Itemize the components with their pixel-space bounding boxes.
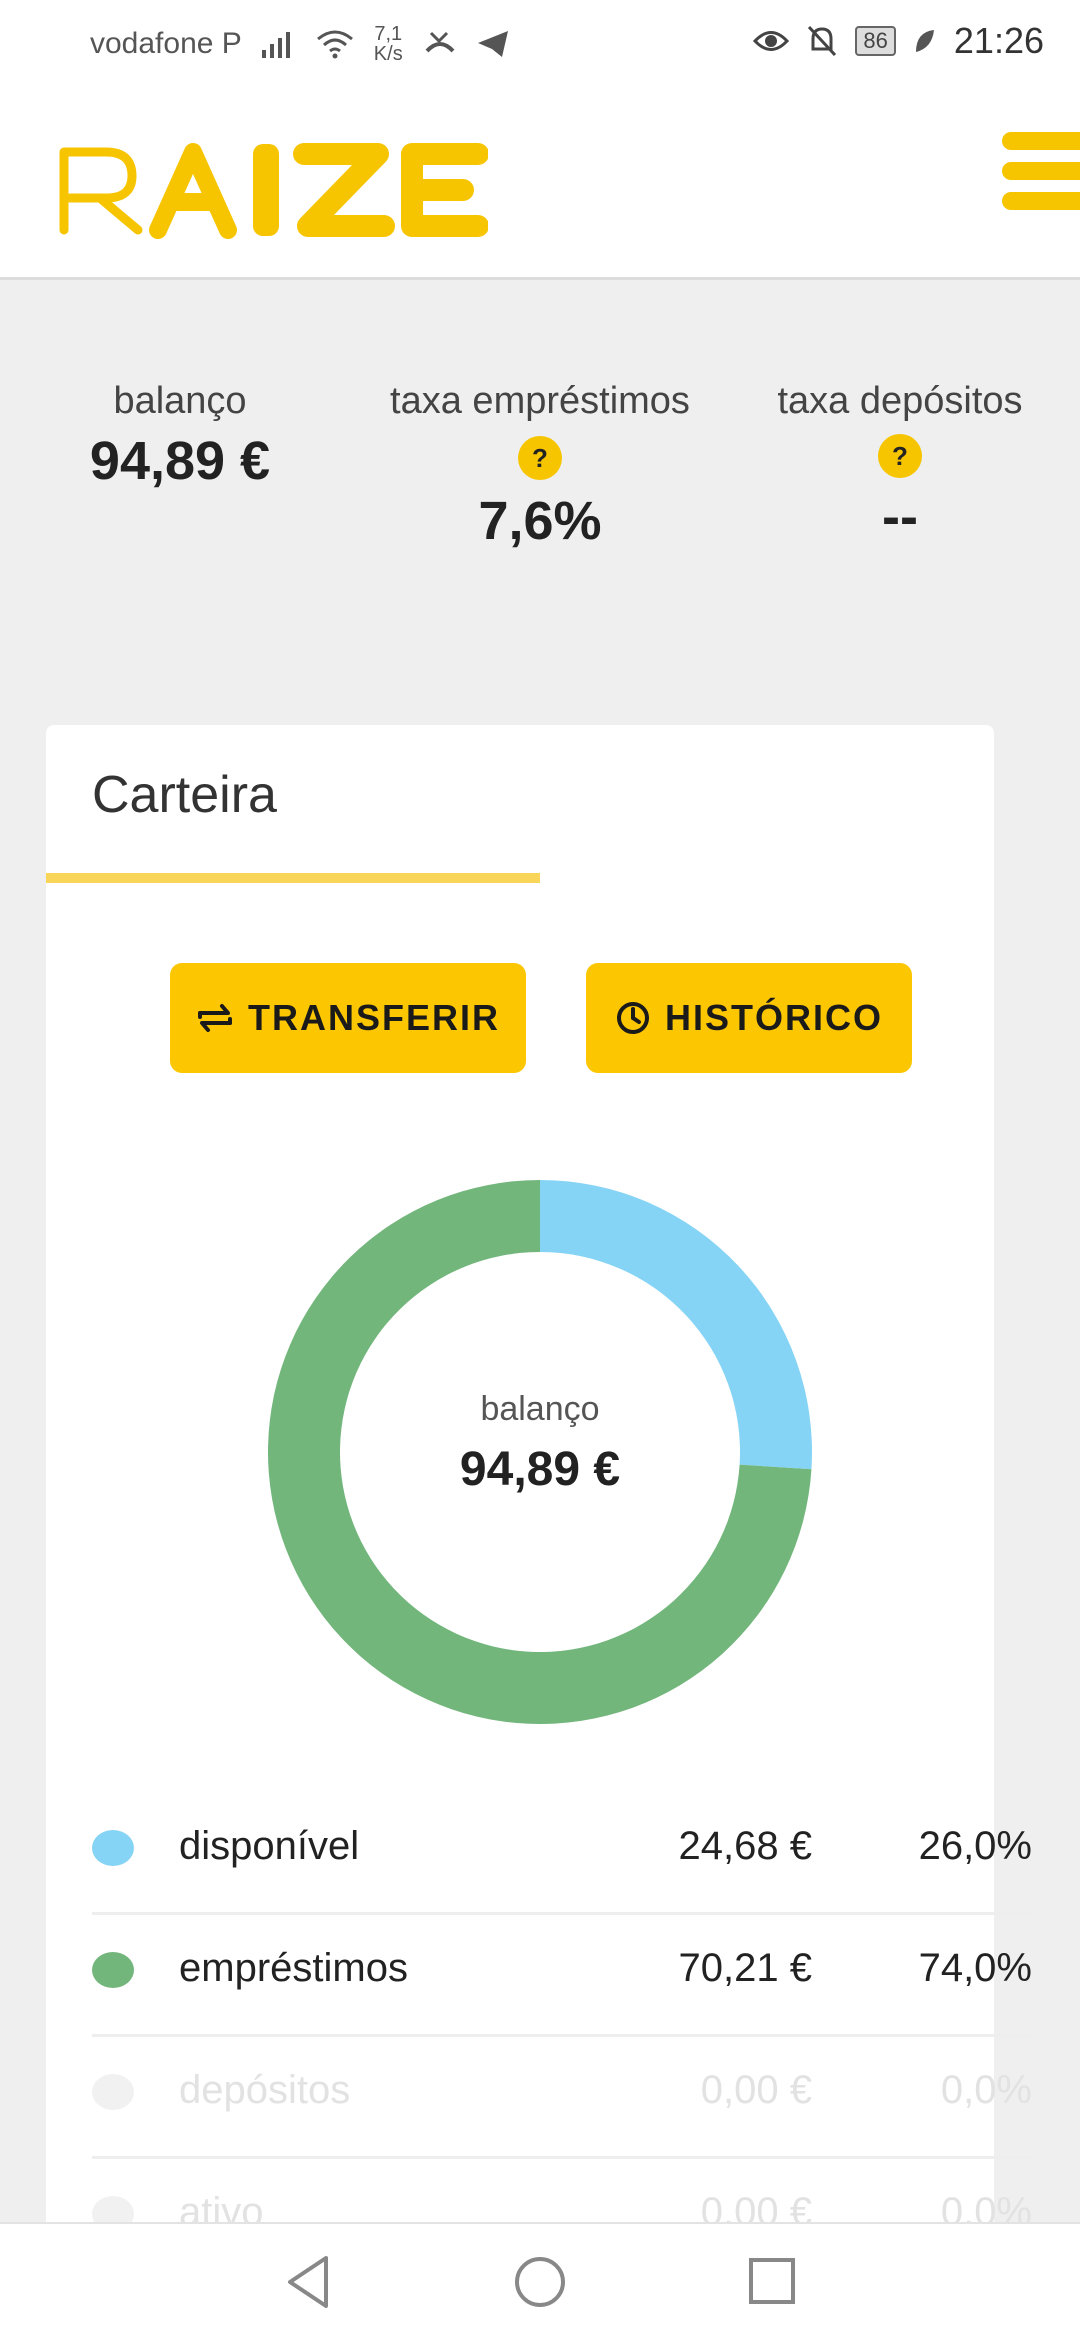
wallet-title[interactable]: Carteira bbox=[92, 765, 277, 825]
loan-rate-stat: taxa empréstimos ? 7,6% bbox=[390, 372, 690, 552]
donut-center: balanço 94,89 € bbox=[268, 1180, 812, 1724]
legend-name: depósitos bbox=[179, 2068, 351, 2112]
raize-logo[interactable] bbox=[58, 130, 489, 245]
loan-rate-label: taxa empréstimos bbox=[390, 380, 690, 422]
legend-dot bbox=[92, 1830, 134, 1866]
wifi-icon bbox=[316, 30, 353, 59]
menu-line bbox=[1002, 132, 1080, 150]
battery-level: 86 bbox=[855, 26, 896, 56]
legend-dot bbox=[92, 2074, 134, 2110]
transfer-button[interactable]: TRANSFERIR bbox=[170, 963, 526, 1073]
system-nav-bar bbox=[0, 2222, 1080, 2342]
signal-icon bbox=[261, 32, 290, 58]
transfer-label: TRANSFERIR bbox=[248, 997, 500, 1038]
home-icon[interactable] bbox=[512, 2252, 568, 2312]
recents-icon[interactable] bbox=[746, 2252, 798, 2312]
donut-center-value: 94,89 € bbox=[459, 1443, 621, 1496]
deposit-rate-label: taxa depósitos bbox=[777, 380, 1023, 422]
clock-icon bbox=[616, 1002, 649, 1034]
legend-row-disponivel[interactable]: disponível 24,68 € 26,0% bbox=[92, 1790, 1036, 1915]
network-speed: 7,1 K/s bbox=[373, 23, 403, 65]
legend-row-emprestimos[interactable]: empréstimos 70,21 € 74,0% bbox=[92, 1912, 1036, 2037]
tab-underline bbox=[46, 873, 540, 883]
wallet-card: Carteira TRANSFERIR HISTÓRICO balanço 94… bbox=[46, 725, 1036, 2234]
legend-row-depositos[interactable]: depósitos 0,00 € 0,0% bbox=[92, 2034, 1036, 2159]
clock: 21:26 bbox=[953, 20, 1044, 61]
history-button[interactable]: HISTÓRICO bbox=[586, 963, 912, 1073]
menu-line bbox=[1002, 162, 1080, 180]
legend-dot bbox=[92, 1952, 134, 1988]
deposit-rate-value: -- bbox=[882, 487, 918, 547]
leaf-icon bbox=[915, 30, 934, 52]
transfer-icon bbox=[198, 1004, 232, 1032]
status-bar: vodafone P 7,1 K/s 86 21:26 bbox=[0, 0, 1080, 82]
legend-amount: 0,00 € bbox=[700, 2068, 812, 2112]
balance-label: balanço bbox=[113, 380, 247, 422]
legend-percent: 26,0% bbox=[918, 1824, 1032, 1868]
bell-muted-icon bbox=[808, 25, 837, 57]
telegram-icon bbox=[477, 31, 508, 57]
hamburger-menu-button[interactable] bbox=[1002, 132, 1080, 214]
app-header bbox=[0, 82, 1080, 280]
carrier-name: vodafone P bbox=[90, 27, 242, 60]
missed-call-icon bbox=[425, 31, 455, 53]
history-label: HISTÓRICO bbox=[664, 997, 883, 1038]
deposit-rate-stat: taxa depósitos ? -- bbox=[750, 372, 1050, 548]
loan-rate-value: 7,6% bbox=[478, 491, 602, 551]
loan-rate-help-icon[interactable]: ? bbox=[518, 436, 562, 480]
legend-percent: 74,0% bbox=[918, 1946, 1032, 1990]
eye-icon bbox=[753, 31, 790, 51]
balance-stat: balanço 94,89 € bbox=[40, 372, 320, 492]
balance-value: 94,89 € bbox=[89, 431, 271, 491]
legend-percent: 0,0% bbox=[940, 2068, 1032, 2112]
donut-center-label: balanço bbox=[480, 1390, 600, 1428]
legend-name: disponível bbox=[179, 1824, 360, 1868]
back-icon[interactable] bbox=[282, 2252, 334, 2312]
legend-amount: 24,68 € bbox=[678, 1824, 812, 1868]
menu-line bbox=[1002, 192, 1080, 210]
legend-amount: 70,21 € bbox=[678, 1946, 812, 1990]
legend-name: empréstimos bbox=[179, 1946, 408, 1990]
deposit-rate-help-icon[interactable]: ? bbox=[878, 434, 922, 478]
